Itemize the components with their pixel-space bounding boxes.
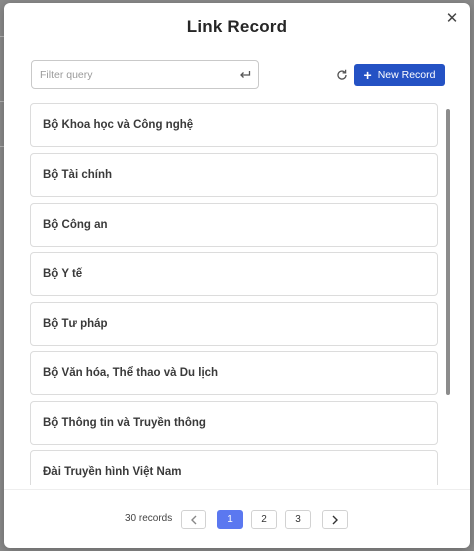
plus-icon: + <box>363 67 372 83</box>
new-record-button[interactable]: + New Record <box>354 64 445 86</box>
refresh-icon[interactable] <box>335 68 349 82</box>
chevron-left-icon <box>190 515 196 524</box>
filter-query-input[interactable] <box>32 61 232 88</box>
dialog-title: Link Record <box>186 17 288 36</box>
record-count: 30 records <box>125 513 173 524</box>
list-item[interactable]: Bộ Khoa học và Công nghệ <box>30 103 438 147</box>
record-list[interactable]: Bộ Khoa học và Công nghệ Bộ Tài chính Bộ… <box>30 103 438 485</box>
page-button-2[interactable]: 2 <box>251 510 277 529</box>
prev-page-button[interactable] <box>181 510 206 529</box>
link-record-dialog: Link Record ✕ + New Record Bộ Khoa học v… <box>4 3 470 548</box>
next-page-button[interactable] <box>322 510 348 529</box>
new-record-label: New Record <box>377 69 436 81</box>
list-item[interactable]: Bộ Y tế <box>30 252 438 296</box>
list-item[interactable]: Bộ Văn hóa, Thể thao và Du lịch <box>30 351 438 395</box>
page-button-3[interactable]: 3 <box>285 510 311 529</box>
close-button[interactable]: ✕ <box>443 9 461 27</box>
list-scrollbar[interactable] <box>446 109 450 395</box>
chevron-right-icon <box>332 515 338 524</box>
list-item[interactable]: Bộ Công an <box>30 203 438 247</box>
list-item[interactable]: Bộ Tài chính <box>30 153 438 197</box>
list-item[interactable]: Bộ Tư pháp <box>30 302 438 346</box>
page-button-1[interactable]: 1 <box>217 510 243 529</box>
close-icon: ✕ <box>445 10 459 27</box>
list-item[interactable]: Bộ Thông tin và Truyền thông <box>30 401 438 445</box>
enter-return-icon[interactable] <box>232 70 258 80</box>
footer-divider <box>4 489 470 490</box>
list-item[interactable]: Đài Truyền hình Việt Nam <box>30 450 438 485</box>
filter-query-field[interactable] <box>31 60 259 89</box>
